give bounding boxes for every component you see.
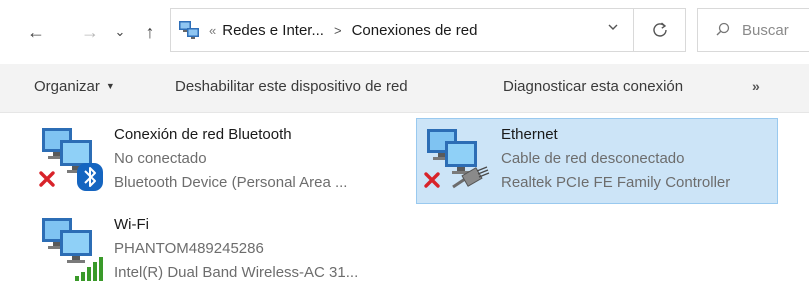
disable-device-button[interactable]: Deshabilitar este dispositivo de red	[175, 78, 408, 95]
connection-device: Intel(R) Dual Band Wireless-AC 31...	[114, 264, 359, 281]
disconnected-x-icon	[39, 171, 55, 187]
address-bar[interactable]: « Redes e Inter... > Conexiones de red	[170, 8, 634, 52]
recent-locations-button[interactable]: ⌄	[108, 18, 132, 46]
forward-arrow-icon: →	[81, 21, 99, 42]
chevron-down-icon: ⌄	[114, 24, 126, 39]
breadcrumb-overflow[interactable]: «	[209, 23, 216, 38]
connection-item-ethernet[interactable]: Ethernet Cable de red desconectado Realt…	[416, 118, 778, 204]
connection-device: Realtek PCIe FE Family Controller	[501, 174, 731, 191]
up-arrow-icon: ↑	[145, 21, 155, 42]
caret-down-icon: ▼	[105, 81, 115, 91]
ethernet-cable-icon	[452, 166, 490, 189]
connection-name: Wi-Fi	[114, 216, 149, 233]
search-input[interactable]	[740, 20, 809, 40]
connection-status: No conectado	[114, 150, 207, 167]
connection-status: Cable de red desconectado	[501, 150, 685, 167]
refresh-icon	[652, 22, 667, 37]
disconnected-x-icon	[424, 172, 440, 188]
diagnose-connection-button[interactable]: Diagnosticar esta conexión	[503, 78, 683, 95]
address-dropdown-icon[interactable]	[607, 21, 619, 36]
refresh-button[interactable]	[634, 8, 686, 52]
connection-name: Ethernet	[501, 126, 558, 143]
connection-status: PHANTOM489245286	[114, 240, 264, 257]
more-commands-button[interactable]: »	[752, 78, 760, 94]
organize-button[interactable]: Organizar ▼	[34, 78, 115, 95]
back-arrow-icon: ←	[27, 21, 45, 42]
back-button[interactable]: ←	[24, 18, 48, 46]
organize-label: Organizar	[34, 78, 100, 95]
network-connections-icon	[179, 21, 199, 39]
connection-item-bluetooth[interactable]: Conexión de red Bluetooth No conectado B…	[36, 122, 396, 204]
navigation-bar: ← → ⌄ ↑ « Redes e Inter... > Conexiones …	[0, 0, 809, 64]
forward-button[interactable]: →	[78, 18, 102, 46]
connection-name: Conexión de red Bluetooth	[114, 126, 292, 143]
breadcrumb-separator[interactable]: >	[334, 23, 342, 38]
command-bar: Organizar ▼ Deshabilitar este dispositivo…	[0, 64, 809, 113]
bluetooth-icon	[77, 163, 103, 191]
breadcrumb-redes-internet[interactable]: Redes e Inter...	[222, 22, 324, 39]
connection-item-wifi[interactable]: Wi-Fi PHANTOM489245286 Intel(R) Dual Ban…	[36, 212, 396, 288]
breadcrumb-conexiones-de-red[interactable]: Conexiones de red	[352, 22, 478, 39]
signal-bars-icon	[75, 257, 103, 281]
up-button[interactable]: ↑	[138, 18, 162, 46]
connection-device: Bluetooth Device (Personal Area ...	[114, 174, 348, 191]
search-icon	[716, 22, 730, 36]
search-box[interactable]	[697, 8, 809, 52]
